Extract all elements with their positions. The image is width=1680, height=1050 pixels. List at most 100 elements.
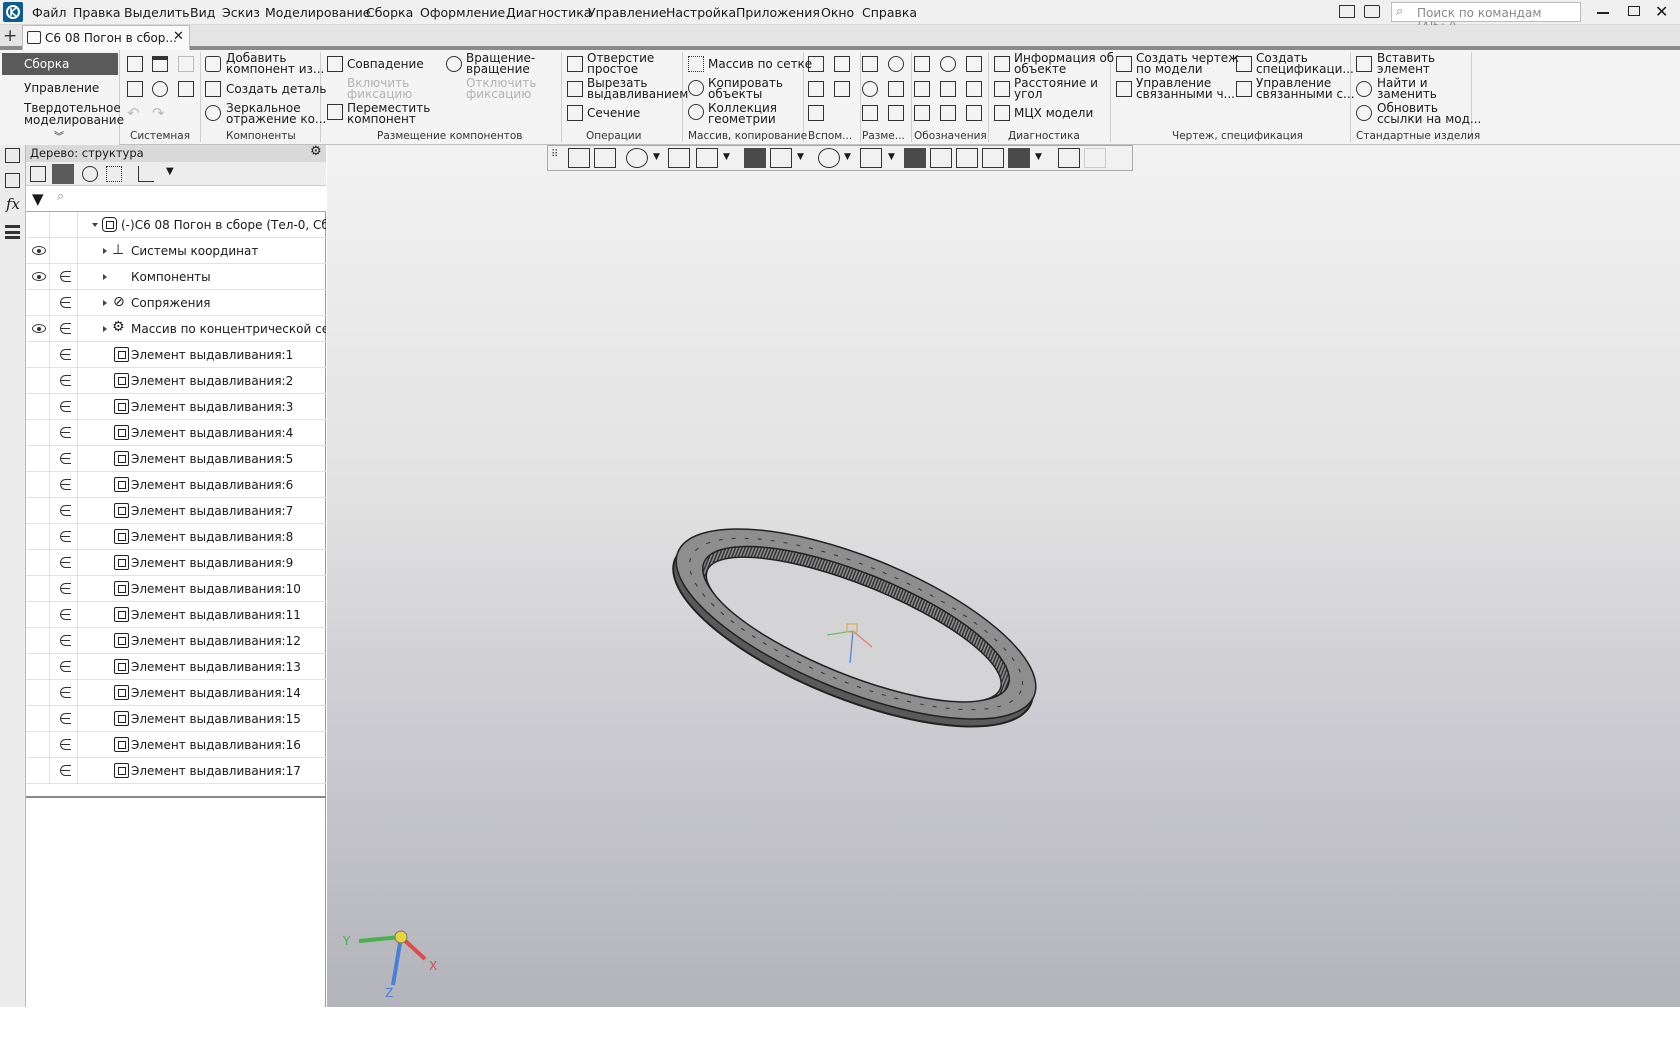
menu-assembly[interactable]: Сборка xyxy=(366,5,413,20)
tree-dropdown-icon[interactable]: ▼ xyxy=(166,166,174,177)
include-in-calc-icon[interactable] xyxy=(60,271,71,282)
menu-view[interactable]: Вид xyxy=(190,5,215,20)
layers-icon[interactable] xyxy=(5,225,20,239)
weld-icon[interactable] xyxy=(966,105,982,121)
normal-to-icon[interactable] xyxy=(594,148,616,168)
tree-row-feature[interactable]: Элемент выдавливания:17 xyxy=(26,758,326,784)
include-in-calc-icon[interactable] xyxy=(60,609,71,620)
tree-search-input[interactable]: ⌕ xyxy=(54,188,324,209)
menu-edit[interactable]: Правка xyxy=(73,5,121,20)
include-in-calc-icon[interactable] xyxy=(60,401,71,412)
close-icon[interactable]: ✕ xyxy=(1655,2,1668,21)
include-in-calc-icon[interactable] xyxy=(60,713,71,724)
edit-icon[interactable] xyxy=(1084,148,1106,168)
aux-axis-icon[interactable] xyxy=(834,56,850,72)
auto-dim-icon[interactable] xyxy=(862,105,878,121)
include-in-calc-icon[interactable] xyxy=(60,505,71,516)
visibility-eye-icon[interactable] xyxy=(32,324,46,333)
app-logo-icon[interactable] xyxy=(3,2,23,22)
shaded-edges-icon[interactable] xyxy=(744,148,766,168)
variables-icon[interactable]: fx xyxy=(6,195,20,213)
tree-by-order-icon[interactable] xyxy=(30,166,46,182)
tree-row-feature[interactable]: Элемент выдавливания:16 xyxy=(26,732,326,758)
cut-extrude-button[interactable]: Вырезать выдавливанием xyxy=(587,77,688,100)
object-info-button[interactable]: Информация об объекте xyxy=(1014,52,1114,75)
aux-point-icon[interactable] xyxy=(834,81,850,97)
layers-view-icon[interactable] xyxy=(982,148,1004,168)
tree-row-feature[interactable]: Элемент выдавливания:1 xyxy=(26,342,326,368)
zoom-dropdown-icon[interactable]: ▼ xyxy=(653,152,660,162)
create-drawing-button[interactable]: Создать чертеж по модели xyxy=(1136,52,1239,75)
include-in-calc-icon[interactable] xyxy=(60,557,71,568)
include-in-calc-icon[interactable] xyxy=(60,661,71,672)
tree-settings-icon[interactable]: ⚙ xyxy=(310,144,322,159)
tree-row-feature[interactable]: Элемент выдавливания:5 xyxy=(26,446,326,472)
tab-close-icon[interactable]: ✕ xyxy=(173,29,184,44)
orientation-icon[interactable] xyxy=(568,148,590,168)
geometry-collection-button[interactable]: Коллекция геометрии xyxy=(708,102,777,125)
include-in-calc-icon[interactable] xyxy=(60,687,71,698)
tree-row-feature[interactable]: Элемент выдавливания:9 xyxy=(26,550,326,576)
filter-dropdown-icon[interactable]: ▼ xyxy=(1035,152,1042,162)
include-in-calc-icon[interactable] xyxy=(60,479,71,490)
tree-select-icon[interactable] xyxy=(106,166,122,182)
move-component-button[interactable]: Переместить компонент xyxy=(347,102,430,125)
selection-filter-icon[interactable] xyxy=(1008,148,1030,168)
roughness-icon[interactable] xyxy=(966,56,982,72)
camera-icon[interactable] xyxy=(860,148,882,168)
leader-icon[interactable] xyxy=(940,81,956,97)
explode-icon[interactable] xyxy=(956,148,978,168)
find-replace-button[interactable]: Найти и заменить xyxy=(1377,77,1437,100)
save-as-icon[interactable] xyxy=(178,81,194,97)
add-component-button[interactable]: Добавить компонент из... xyxy=(226,52,324,75)
manage-specs-button[interactable]: Управление связанными с... xyxy=(1256,77,1355,100)
simple-hole-button[interactable]: Отверстие простое xyxy=(587,52,654,75)
disable-fix-button[interactable]: Отключить фиксацию xyxy=(466,77,536,100)
snap-icon[interactable] xyxy=(904,148,926,168)
update-links-button[interactable]: Обновить ссылки на мод... xyxy=(1377,102,1481,125)
restore-icon[interactable] xyxy=(1628,6,1640,16)
menu-window[interactable]: Окно xyxy=(821,5,854,20)
tree-row-feature[interactable]: Элемент выдавливания:14 xyxy=(26,680,326,706)
hide-dropdown-icon[interactable]: ▼ xyxy=(844,152,851,162)
linear-dim-icon[interactable] xyxy=(862,56,878,72)
aux-line-icon[interactable] xyxy=(808,81,824,97)
ring-model[interactable]: Y X Z xyxy=(327,145,1680,1007)
pan-icon[interactable] xyxy=(668,148,690,168)
include-in-calc-icon[interactable] xyxy=(60,453,71,464)
tree-by-structure-icon[interactable] xyxy=(52,164,74,184)
tree-row-mates[interactable]: ⊘ Сопряжения xyxy=(26,290,326,316)
menu-modeling[interactable]: Моделирование xyxy=(265,5,370,20)
include-in-calc-icon[interactable] xyxy=(60,375,71,386)
create-spec-button[interactable]: Создать спецификаци... xyxy=(1256,52,1354,75)
include-in-calc-icon[interactable] xyxy=(60,583,71,594)
aux-curve-icon[interactable] xyxy=(808,105,824,121)
tree-row-feature[interactable]: Элемент выдавливания:10 xyxy=(26,576,326,602)
mode-solid[interactable]: Твердотельное моделирование xyxy=(2,100,124,128)
section-button[interactable]: Сечение xyxy=(587,107,640,119)
tree-row-feature[interactable]: Элемент выдавливания:3 xyxy=(26,394,326,420)
insert-element-button[interactable]: Вставить элемент xyxy=(1377,52,1435,75)
tree-row-feature[interactable]: Элемент выдавливания:15 xyxy=(26,706,326,732)
menu-help[interactable]: Справка xyxy=(862,5,917,20)
tolerance-icon[interactable] xyxy=(966,81,982,97)
enable-fix-button[interactable]: Включить фиксацию xyxy=(347,77,412,100)
coincidence-button[interactable]: Совпадение xyxy=(347,58,424,70)
tree-row-feature[interactable]: Элемент выдавливания:2 xyxy=(26,368,326,394)
hide-icon[interactable] xyxy=(818,148,840,168)
rotate-dropdown-icon[interactable]: ▼ xyxy=(723,152,730,162)
display-dropdown-icon[interactable]: ▼ xyxy=(797,152,804,162)
radial-dim-icon[interactable] xyxy=(862,81,878,97)
angle-dim-icon[interactable] xyxy=(888,81,904,97)
menu-diagnostics[interactable]: Диагностика xyxy=(506,5,591,20)
chain-dim-icon[interactable] xyxy=(888,105,904,121)
tree-row-root[interactable]: (-)С6 08 Погон в сборе (Тел-0, Сборо xyxy=(26,212,326,238)
mirror-component-button[interactable]: Зеркальное отражение ко... xyxy=(226,102,326,125)
tree-filter-options-icon[interactable] xyxy=(138,166,154,182)
section-view-icon[interactable] xyxy=(930,148,952,168)
manage-drawings-button[interactable]: Управление связанными ч... xyxy=(1136,77,1235,100)
include-in-calc-icon[interactable] xyxy=(60,635,71,646)
tree-row-feature[interactable]: Элемент выдавливания:8 xyxy=(26,524,326,550)
settings-icon[interactable] xyxy=(1364,5,1380,18)
3d-viewport[interactable]: Y X Z xyxy=(327,145,1680,1007)
